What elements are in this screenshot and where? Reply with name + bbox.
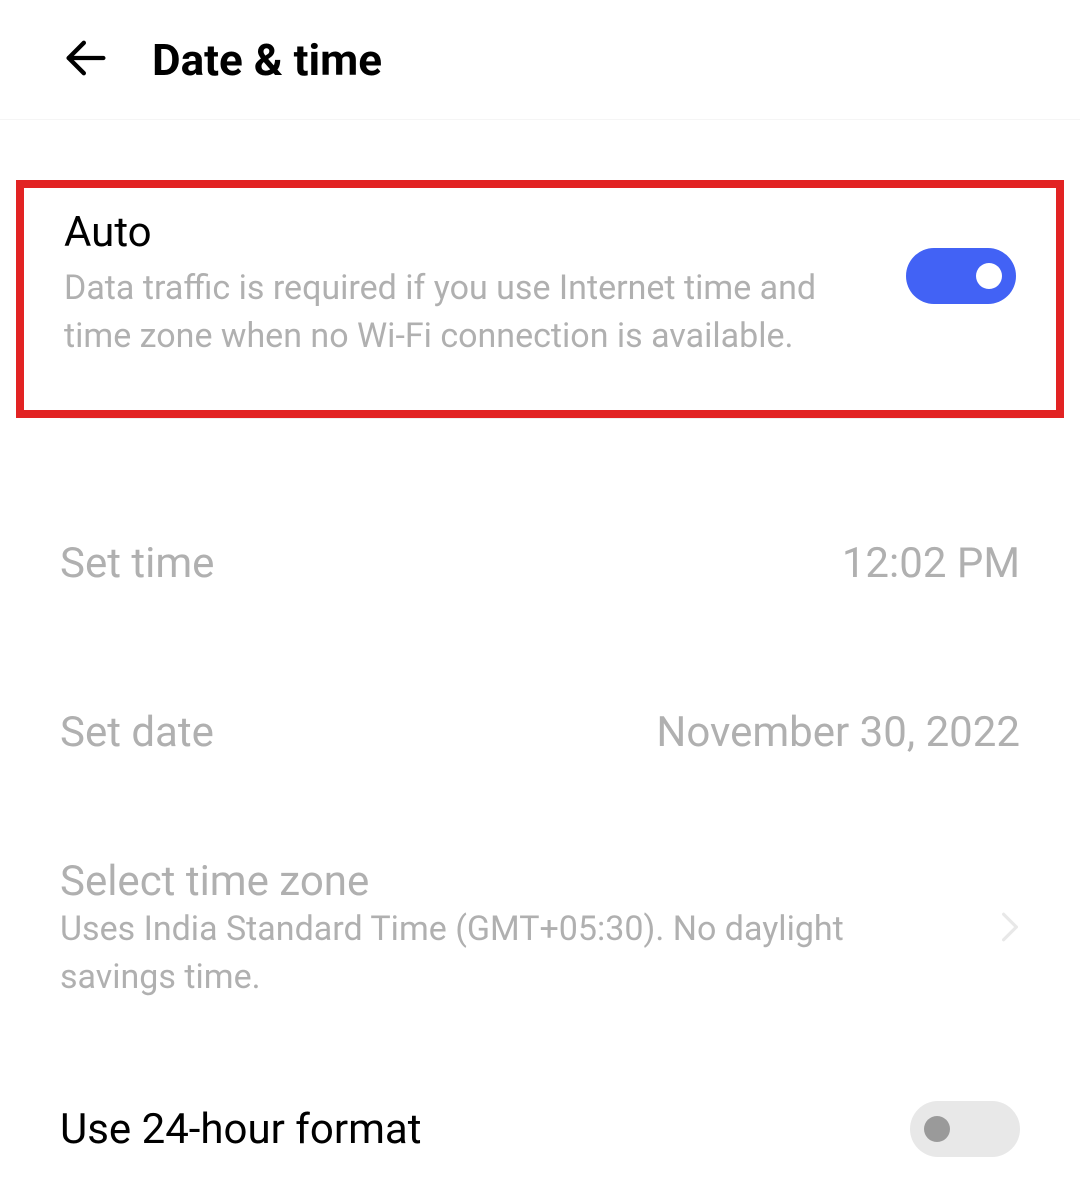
arrow-left-icon — [60, 32, 112, 84]
back-button[interactable] — [60, 32, 112, 88]
auto-setting-highlight: Auto Data traffic is required if you use… — [16, 180, 1064, 418]
auto-setting-row[interactable]: Auto Data traffic is required if you use… — [64, 208, 1016, 360]
timezone-row[interactable]: Select time zone Uses India Standard Tim… — [0, 827, 1080, 1031]
auto-setting-text: Auto Data traffic is required if you use… — [64, 208, 906, 360]
auto-setting-title: Auto — [64, 208, 906, 257]
settings-list: Auto Data traffic is required if you use… — [0, 180, 1080, 1187]
timezone-subtitle: Uses India Standard Time (GMT+05:30). No… — [60, 906, 860, 1001]
timezone-label: Select time zone — [60, 857, 980, 906]
toggle-knob — [924, 1116, 950, 1142]
timezone-text: Select time zone Uses India Standard Tim… — [60, 857, 980, 1001]
toggle-knob — [976, 263, 1002, 289]
set-time-row[interactable]: Set time 12:02 PM — [0, 509, 1080, 618]
chevron-right-icon — [1000, 911, 1020, 947]
format-24h-toggle[interactable] — [910, 1101, 1020, 1157]
auto-toggle[interactable] — [906, 248, 1016, 304]
page-title: Date & time — [152, 34, 382, 86]
header: Date & time — [0, 0, 1080, 120]
set-date-label: Set date — [60, 708, 214, 757]
set-time-label: Set time — [60, 539, 214, 588]
spacer — [0, 419, 1080, 509]
format-24h-label: Use 24-hour format — [60, 1105, 422, 1154]
set-date-row[interactable]: Set date November 30, 2022 — [0, 678, 1080, 787]
auto-setting-subtitle: Data traffic is required if you use Inte… — [64, 265, 864, 360]
format-24h-row[interactable]: Use 24-hour format — [0, 1071, 1080, 1187]
set-date-value: November 30, 2022 — [656, 708, 1020, 757]
set-time-value: 12:02 PM — [842, 539, 1020, 588]
